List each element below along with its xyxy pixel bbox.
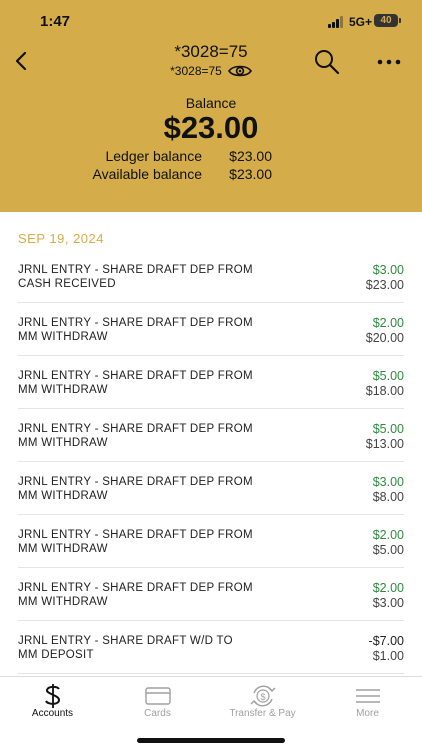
svg-text:$: $ bbox=[260, 692, 265, 702]
eye-icon bbox=[227, 65, 252, 77]
transaction-description: JRNL ENTRY - SHARE DRAFT DEP FROM MM WITH… bbox=[18, 581, 308, 609]
transaction-description-line1: JRNL ENTRY - SHARE DRAFT W/D TO bbox=[18, 635, 233, 647]
tab-label: More bbox=[356, 708, 379, 719]
toggle-visibility-button[interactable] bbox=[227, 64, 252, 78]
network-type: 5G+ bbox=[349, 15, 373, 29]
available-balance-value: $23.00 bbox=[229, 166, 272, 182]
card-icon bbox=[105, 683, 210, 709]
transaction-running-balance: $3.00 bbox=[372, 596, 404, 610]
account-title: *3028=75 bbox=[174, 42, 248, 61]
tab-accounts[interactable]: Accounts bbox=[0, 677, 105, 727]
transaction-description-line2: CASH RECEIVED bbox=[18, 278, 116, 290]
transaction-description: JRNL ENTRY - SHARE DRAFT DEP FROM CASH RE… bbox=[18, 263, 308, 291]
transaction-date-header: SEP 19, 2024 bbox=[18, 231, 104, 246]
ellipsis-icon bbox=[377, 59, 401, 65]
transaction-description-line2: MM DEPOSIT bbox=[18, 649, 94, 661]
transaction-description-line1: JRNL ENTRY - SHARE DRAFT DEP FROM bbox=[18, 264, 253, 276]
status-time: 1:47 bbox=[40, 13, 71, 30]
transaction-description-line1: JRNL ENTRY - SHARE DRAFT DEP FROM bbox=[18, 317, 253, 329]
transaction-amount: $2.00 bbox=[372, 528, 404, 542]
transaction-description-line2: MM WITHDRAW bbox=[18, 490, 108, 502]
balance-label: Balance bbox=[185, 95, 237, 111]
transaction-list: JRNL ENTRY - SHARE DRAFT DEP FROM CASH RE… bbox=[0, 250, 422, 674]
transaction-running-balance: $13.00 bbox=[365, 437, 404, 451]
transaction-amount: $5.00 bbox=[372, 369, 404, 383]
tab-transfer-pay[interactable]: $ Transfer & Pay bbox=[210, 677, 315, 727]
transaction-running-balance: $20.00 bbox=[365, 331, 404, 345]
back-button[interactable] bbox=[6, 46, 36, 76]
transaction-description: JRNL ENTRY - SHARE DRAFT W/D TO MM DEPOSI… bbox=[18, 634, 308, 662]
chevron-left-icon bbox=[15, 51, 27, 71]
account-subtitle-row: *3028=75 bbox=[111, 64, 311, 78]
account-header: 1:47 5G+ 40 *3028=75 *3028=75 Balance $2… bbox=[0, 0, 422, 212]
transaction-description-line1: JRNL ENTRY - SHARE DRAFT DEP FROM bbox=[18, 423, 253, 435]
transaction-row[interactable]: JRNL ENTRY - SHARE DRAFT DEP FROM MM WITH… bbox=[18, 409, 404, 462]
transfer-icon: $ bbox=[210, 683, 315, 709]
transaction-description-line2: MM WITHDRAW bbox=[18, 331, 108, 343]
tab-more[interactable]: More bbox=[315, 677, 420, 727]
dollar-icon bbox=[0, 683, 105, 709]
battery-cap bbox=[399, 18, 401, 23]
status-bar: 1:47 5G+ 40 bbox=[0, 0, 422, 44]
transaction-row[interactable]: JRNL ENTRY - SHARE DRAFT DEP FROM MM WITH… bbox=[18, 303, 404, 356]
balance-amount: $23.00 bbox=[163, 110, 259, 145]
search-icon bbox=[315, 50, 340, 75]
transaction-description-line2: MM WITHDRAW bbox=[18, 437, 108, 449]
transaction-running-balance: $1.00 bbox=[372, 649, 404, 663]
tab-label: Accounts bbox=[31, 708, 74, 719]
transaction-amount: -$7.00 bbox=[368, 634, 404, 648]
transaction-description: JRNL ENTRY - SHARE DRAFT DEP FROM MM WITH… bbox=[18, 475, 308, 503]
transaction-row[interactable]: JRNL ENTRY - SHARE DRAFT DEP FROM MM WITH… bbox=[18, 515, 404, 568]
transaction-amount: $5.00 bbox=[372, 422, 404, 436]
transaction-description-line1: JRNL ENTRY - SHARE DRAFT DEP FROM bbox=[18, 529, 253, 541]
tab-cards[interactable]: Cards bbox=[105, 677, 210, 727]
battery-icon: 40 bbox=[374, 14, 398, 27]
transaction-running-balance: $5.00 bbox=[372, 543, 404, 557]
tab-label: Transfer & Pay bbox=[229, 708, 296, 719]
transaction-row[interactable]: JRNL ENTRY - SHARE DRAFT DEP FROM MM WITH… bbox=[18, 356, 404, 409]
tab-label: Cards bbox=[144, 708, 171, 719]
transaction-description: JRNL ENTRY - SHARE DRAFT DEP FROM MM WITH… bbox=[18, 316, 308, 344]
transaction-row[interactable]: JRNL ENTRY - SHARE DRAFT DEP FROM MM WITH… bbox=[18, 568, 404, 621]
available-balance-row: Available balance $23.00 bbox=[0, 166, 273, 184]
transaction-amount: $2.00 bbox=[372, 316, 404, 330]
transaction-description: JRNL ENTRY - SHARE DRAFT DEP FROM MM WITH… bbox=[18, 422, 308, 450]
transaction-description-line1: JRNL ENTRY - SHARE DRAFT DEP FROM bbox=[18, 582, 253, 594]
transaction-description-line2: MM WITHDRAW bbox=[18, 596, 108, 608]
transaction-description-line1: JRNL ENTRY - SHARE DRAFT DEP FROM bbox=[18, 476, 253, 488]
ledger-balance-label: Ledger balance bbox=[105, 148, 202, 164]
more-options-button[interactable] bbox=[374, 48, 404, 76]
transaction-row[interactable]: JRNL ENTRY - SHARE DRAFT DEP FROM MM WITH… bbox=[18, 462, 404, 515]
transaction-row[interactable]: JRNL ENTRY - SHARE DRAFT DEP FROM CASH RE… bbox=[18, 250, 404, 303]
signal-icon bbox=[328, 16, 346, 28]
menu-icon bbox=[315, 683, 420, 709]
ledger-balance-value: $23.00 bbox=[229, 148, 272, 164]
transaction-amount: $3.00 bbox=[372, 263, 404, 277]
transaction-description: JRNL ENTRY - SHARE DRAFT DEP FROM MM WITH… bbox=[18, 528, 308, 556]
ledger-balance-row: Ledger balance $23.00 bbox=[0, 148, 272, 166]
transaction-row[interactable]: JRNL ENTRY - SHARE DRAFT W/D TO MM DEPOSI… bbox=[18, 621, 404, 674]
transaction-description-line2: MM WITHDRAW bbox=[18, 543, 108, 555]
transaction-running-balance: $8.00 bbox=[372, 490, 404, 504]
transaction-running-balance: $18.00 bbox=[365, 384, 404, 398]
search-button[interactable] bbox=[313, 48, 341, 76]
transaction-amount: $3.00 bbox=[372, 475, 404, 489]
transaction-description-line2: MM WITHDRAW bbox=[18, 384, 108, 396]
available-balance-label: Available balance bbox=[92, 166, 203, 182]
transaction-running-balance: $23.00 bbox=[365, 278, 404, 292]
transaction-description: JRNL ENTRY - SHARE DRAFT DEP FROM MM WITH… bbox=[18, 369, 308, 397]
home-indicator bbox=[137, 738, 285, 743]
account-subtitle: *3028=75 bbox=[170, 64, 222, 78]
transaction-amount: $2.00 bbox=[372, 581, 404, 595]
transaction-description-line1: JRNL ENTRY - SHARE DRAFT DEP FROM bbox=[18, 370, 253, 382]
